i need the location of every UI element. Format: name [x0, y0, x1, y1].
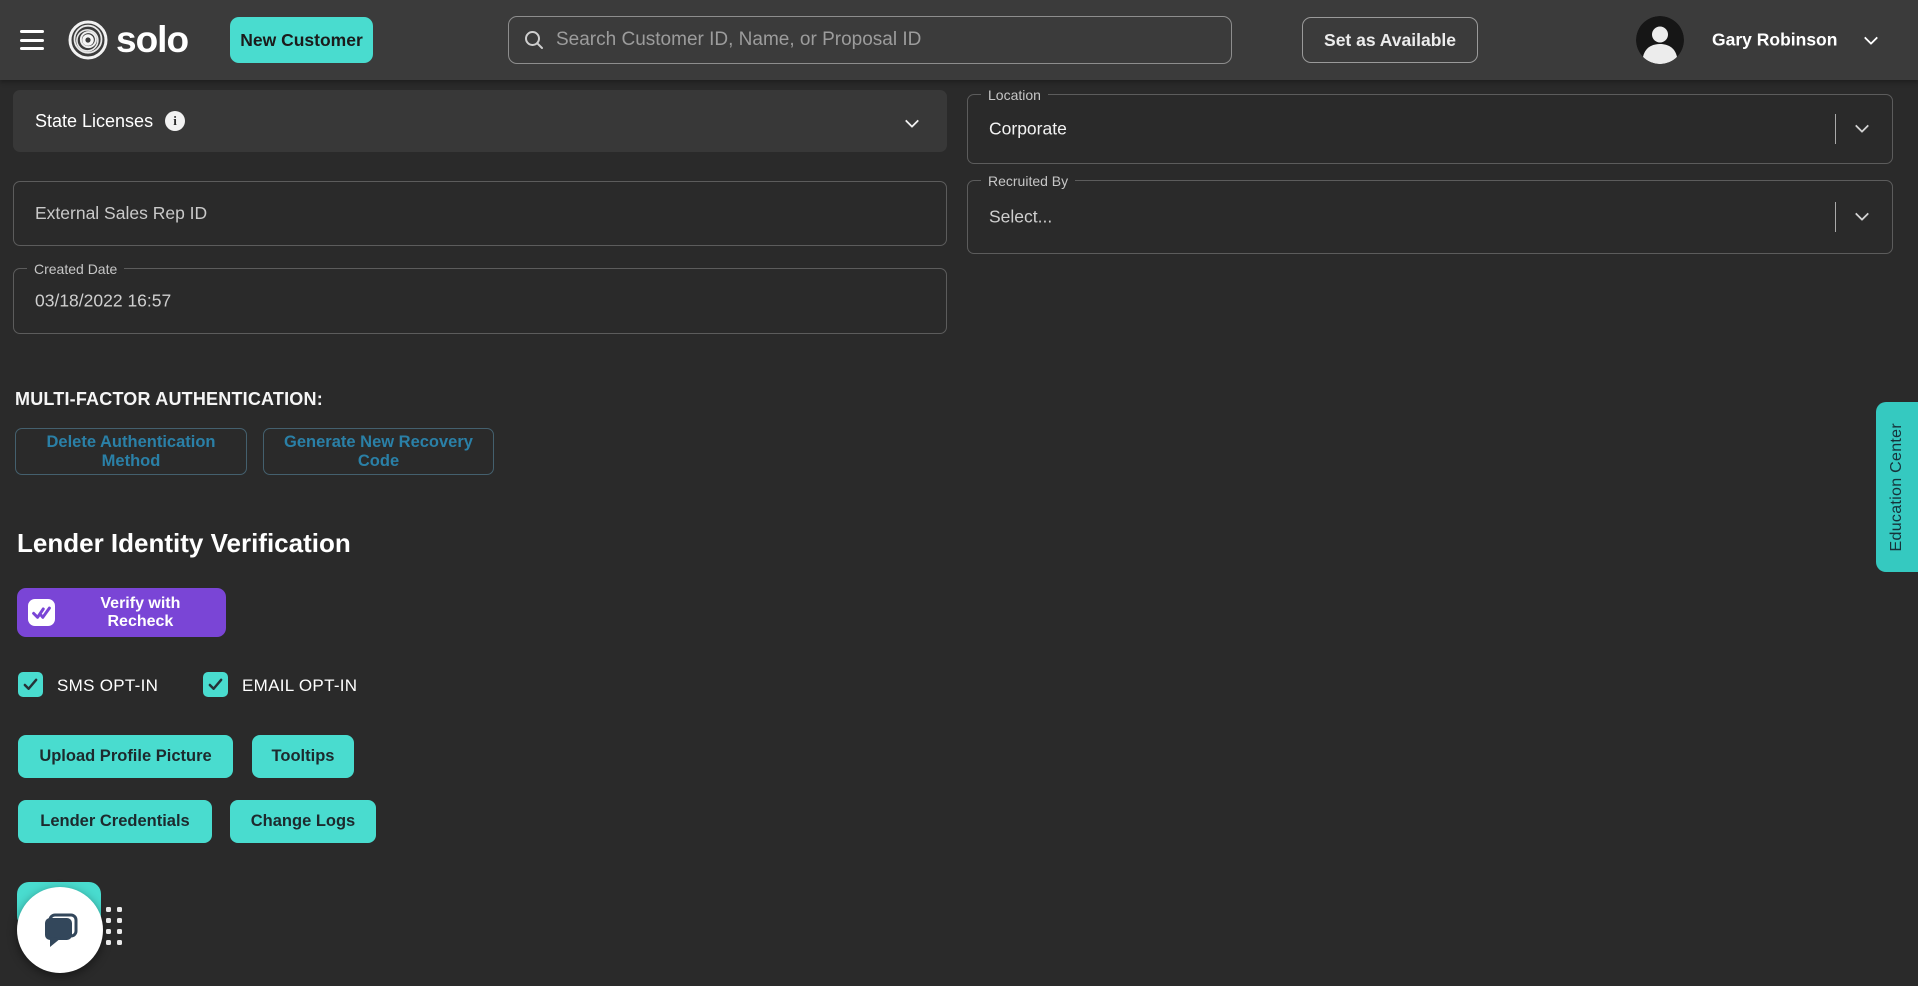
verify-with-recheck-button[interactable]: Verify with Recheck	[17, 588, 226, 637]
mfa-section-title: MULTI-FACTOR AUTHENTICATION:	[15, 389, 323, 410]
check-icon	[22, 676, 39, 693]
top-navbar: solo New Customer Set as Available Gary …	[0, 0, 1918, 80]
check-icon	[207, 676, 224, 693]
user-name[interactable]: Gary Robinson	[1712, 30, 1837, 51]
set-as-available-button[interactable]: Set as Available	[1302, 17, 1478, 63]
search-icon	[523, 29, 545, 51]
menu-icon[interactable]	[20, 30, 44, 50]
lender-credentials-button[interactable]: Lender Credentials	[18, 800, 212, 843]
state-licenses-label: State Licenses	[35, 111, 153, 132]
external-sales-rep-id-input[interactable]	[13, 181, 947, 246]
brand-wordmark: solo	[116, 19, 188, 61]
email-opt-in-label: EMAIL OPT-IN	[242, 676, 357, 696]
recruited-by-select[interactable]: Recruited By Select...	[967, 180, 1893, 254]
global-search[interactable]	[508, 16, 1232, 64]
search-input[interactable]	[556, 29, 1217, 51]
change-logs-button[interactable]: Change Logs	[230, 800, 376, 843]
sms-opt-in-checkbox[interactable]	[18, 672, 43, 697]
education-center-tab[interactable]: Education Center	[1876, 402, 1918, 572]
new-customer-button[interactable]: New Customer	[230, 17, 373, 63]
lender-identity-verification-heading: Lender Identity Verification	[17, 528, 351, 559]
select-divider	[1835, 202, 1836, 232]
recheck-double-check-icon	[28, 599, 55, 626]
education-center-label: Education Center	[1888, 423, 1906, 551]
recruited-by-value: Select...	[989, 207, 1052, 228]
chat-widget-button[interactable]	[17, 887, 103, 973]
created-date-field: Created Date 03/18/2022 16:57	[13, 268, 947, 334]
tooltips-button[interactable]: Tooltips	[252, 735, 354, 778]
user-avatar[interactable]	[1636, 16, 1684, 64]
state-licenses-accordion[interactable]: State Licenses i	[13, 90, 947, 152]
accordion-chevron-down-icon	[905, 114, 919, 128]
created-date-value: 03/18/2022 16:57	[35, 291, 171, 312]
speech-bubbles-icon	[37, 907, 83, 953]
generate-new-recovery-code-button[interactable]: Generate New Recovery Code	[263, 428, 494, 475]
location-value: Corporate	[989, 119, 1067, 140]
location-chevron-down-icon[interactable]	[1855, 119, 1869, 133]
solo-logo-icon	[66, 18, 110, 62]
user-menu-chevron-down-icon[interactable]	[1864, 31, 1878, 45]
created-date-label: Created Date	[27, 259, 124, 279]
select-divider	[1835, 114, 1836, 144]
verify-button-label: Verify with Recheck	[66, 595, 215, 631]
location-label: Location	[981, 85, 1048, 105]
sms-opt-in-label: SMS OPT-IN	[57, 676, 158, 696]
location-select[interactable]: Location Corporate	[967, 94, 1893, 164]
drag-handle-dot-grid-icon[interactable]	[106, 907, 122, 945]
info-icon[interactable]: i	[165, 111, 185, 131]
recruited-by-label: Recruited By	[981, 171, 1075, 191]
recruited-by-chevron-down-icon[interactable]	[1855, 207, 1869, 221]
delete-authentication-method-button[interactable]: Delete Authentication Method	[15, 428, 247, 475]
email-opt-in-checkbox[interactable]	[203, 672, 228, 697]
upload-profile-picture-button[interactable]: Upload Profile Picture	[18, 735, 233, 778]
